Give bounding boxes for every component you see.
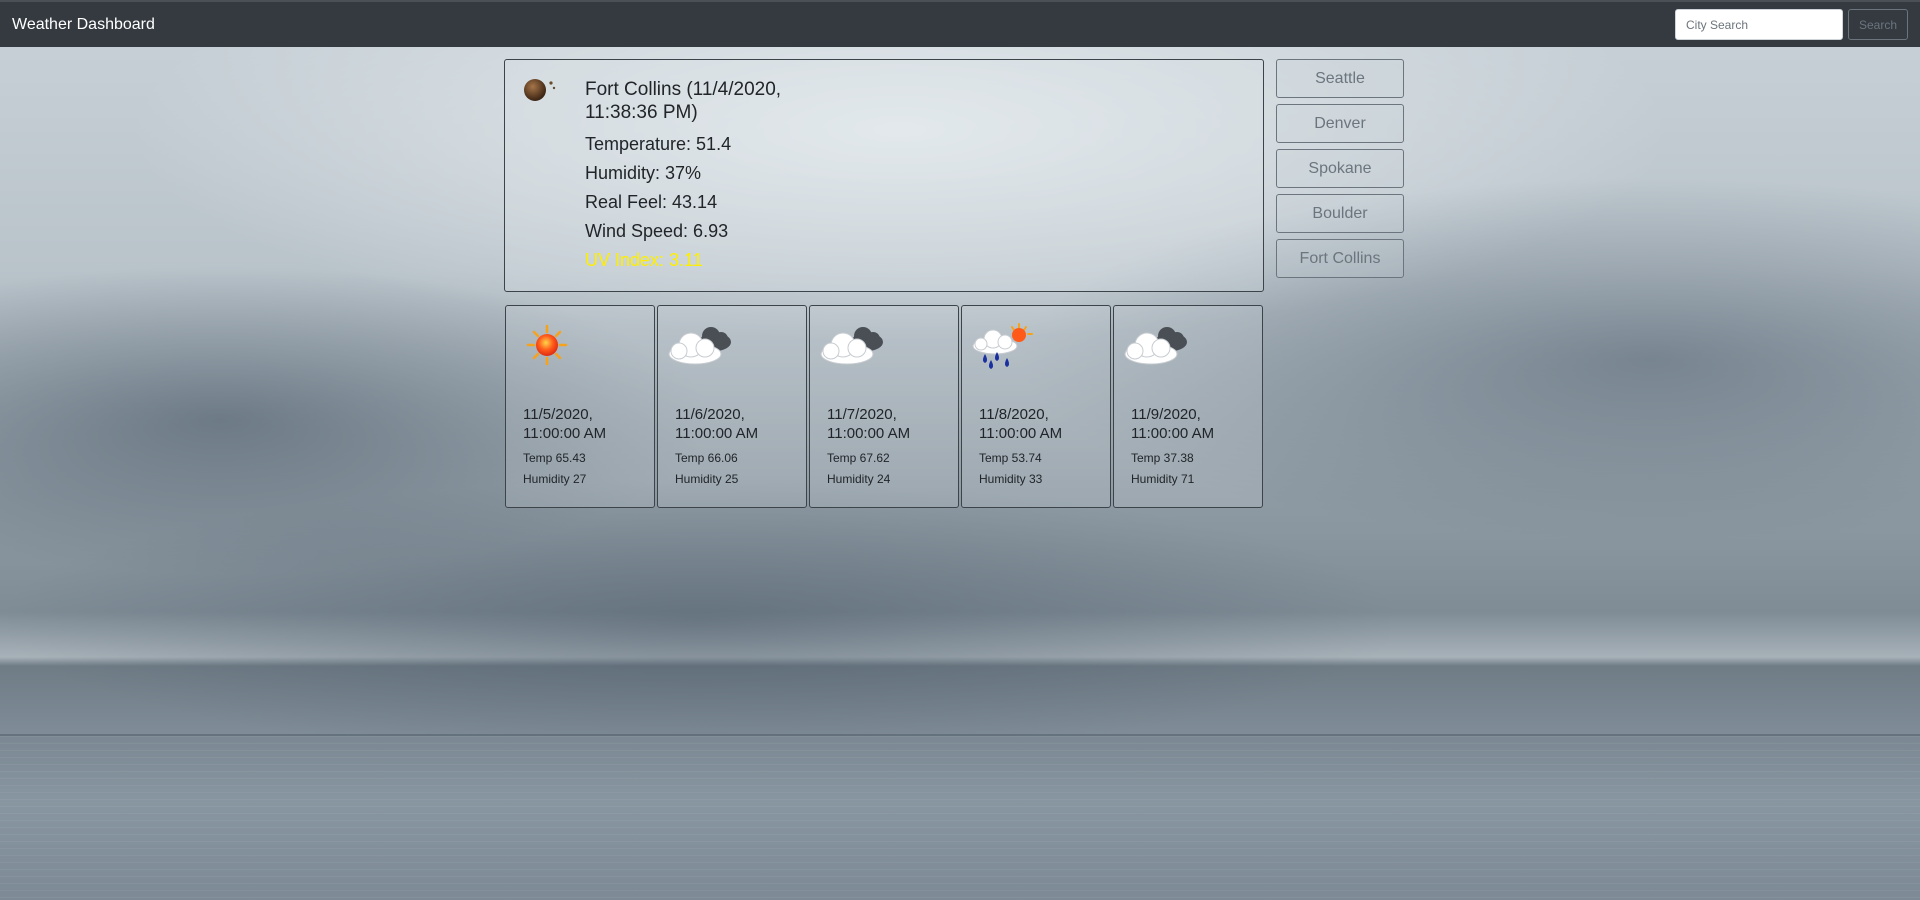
sun-icon [526,324,568,366]
cloudy-icon [668,327,731,365]
forecast-temp: Temp 53.74 [979,451,1042,465]
forecast-card: 11/5/2020, 11:00:00 AM Temp 65.43 Humidi… [505,305,655,508]
forecast-humidity: Humidity 25 [675,472,739,486]
current-humidity: Humidity: 37% [585,163,702,183]
current-temperature: Temperature: 51.4 [585,134,732,154]
forecast-humidity: Humidity 27 [523,472,587,486]
forecast-date: 11/6/2020, 11:00:00 AM [675,406,759,442]
forecast-date: 11/7/2020, 11:00:00 AM [827,406,911,442]
forecast-humidity: Humidity 71 [1131,472,1195,486]
history-button-seattle[interactable]: Seattle [1276,59,1404,98]
background-sea [0,736,1920,900]
forecast-card: 11/8/2020, 11:00:00 AM Temp 53.74 Humidi… [961,305,1111,508]
city-search-input[interactable] [1675,9,1843,40]
forecast-date: 11/9/2020, 11:00:00 AM [1131,406,1215,442]
history-button-boulder[interactable]: Boulder [1276,194,1404,233]
history-button-fort-collins[interactable]: Fort Collins [1276,239,1404,278]
current-weather-info: Fort Collins (11/4/2020, 11:38:36 PM) Te… [585,78,805,275]
forecast-card: 11/7/2020, 11:00:00 AM Temp 67.62 Humidi… [809,305,959,508]
current-real-feel: Real Feel: 43.14 [585,192,718,212]
forecast-date: 11/8/2020, 11:00:00 AM [979,406,1063,442]
current-city-title: Fort Collins (11/4/2020, 11:38:36 PM) [585,79,782,123]
night-clear-moon-icon [524,79,556,101]
forecast-date: 11/5/2020, 11:00:00 AM [523,406,607,442]
current-uv-index: UV Index: 3.11 [585,250,703,270]
forecast-card: 11/6/2020, 11:00:00 AM Temp 66.06 Humidi… [657,305,807,508]
five-day-forecast: 11/5/2020, 11:00:00 AM Temp 65.43 Humidi… [505,305,1263,508]
forecast-temp: Temp 65.43 [523,451,586,465]
forecast-temp: Temp 66.06 [675,451,738,465]
search-history: Seattle Denver Spokane Boulder Fort Coll… [1276,59,1404,284]
search-form: Search [1675,9,1908,40]
forecast-humidity: Humidity 33 [979,472,1043,486]
rain-sun-icon [972,323,1033,369]
navbar: Weather Dashboard Search [0,0,1920,47]
forecast-card: 11/9/2020, 11:00:00 AM Temp 37.38 Humidi… [1113,305,1263,508]
history-button-spokane[interactable]: Spokane [1276,149,1404,188]
forecast-humidity: Humidity 24 [827,472,891,486]
history-button-denver[interactable]: Denver [1276,104,1404,143]
forecast-temp: Temp 67.62 [827,451,890,465]
current-wind-speed: Wind Speed: 6.93 [585,221,729,241]
cloudy-icon [1124,327,1187,365]
navbar-brand[interactable]: Weather Dashboard [12,16,155,34]
cloudy-icon [820,327,883,365]
forecast-temp: Temp 37.38 [1131,451,1194,465]
current-weather-card: Fort Collins (11/4/2020, 11:38:36 PM) Te… [504,59,1264,292]
search-button[interactable]: Search [1848,9,1908,40]
